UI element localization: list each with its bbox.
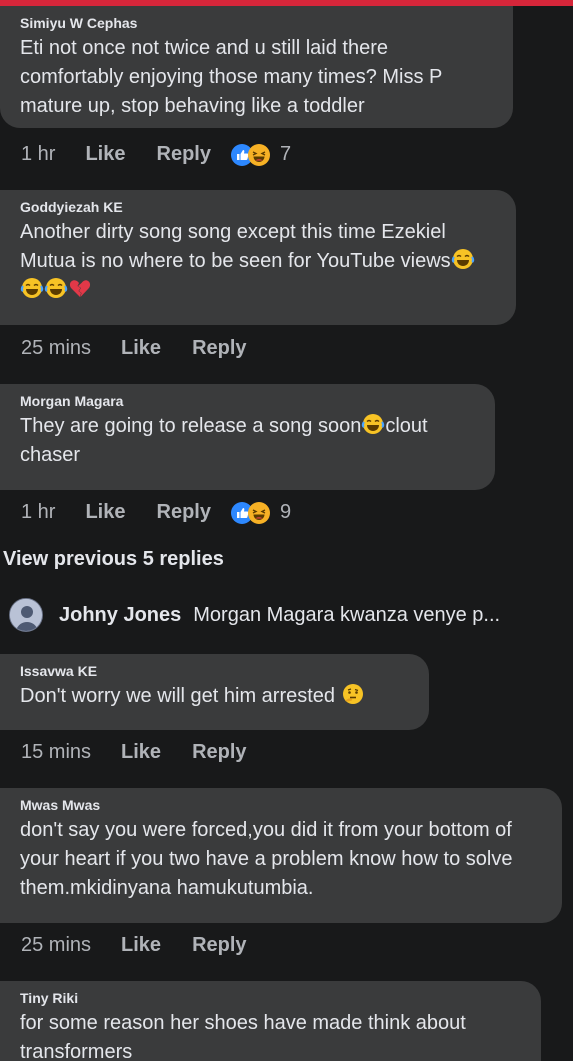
view-previous-replies-link[interactable]: View previous 5 replies — [3, 548, 224, 571]
comment-text-body: Another dirty song song except this time… — [20, 221, 451, 272]
comment-bubble: Morgan Magara They are going to release … — [0, 384, 495, 490]
comment-text: Don't worry we will get him arrested — [20, 682, 409, 711]
broken-heart-icon — [68, 276, 92, 300]
reply-button[interactable]: Reply — [192, 741, 246, 764]
thinking-face-icon — [341, 682, 365, 706]
comment-actions: 1 hr Like Reply 7 — [21, 143, 291, 166]
comment-actions: 15 mins Like Reply — [21, 741, 267, 764]
comment-author[interactable]: Goddyiezah KE — [20, 198, 496, 216]
comment-author[interactable]: Mwas Mwas — [20, 796, 542, 814]
reply-author[interactable]: Johny Jones — [59, 604, 181, 627]
like-button[interactable]: Like — [121, 934, 161, 957]
laughing-reaction-icon — [247, 501, 270, 524]
avatar[interactable] — [9, 598, 43, 632]
comment-author[interactable]: Issavwa KE — [20, 662, 409, 680]
comment-thread-screen: Simiyu W Cephas Eti not once not twice a… — [0, 0, 573, 1061]
comment-timestamp[interactable]: 1 hr — [21, 143, 55, 166]
laughing-reaction-icon — [247, 143, 270, 166]
comment-simiyu: Simiyu W Cephas Eti not once not twice a… — [0, 6, 513, 128]
comment-text: Another dirty song song except this time… — [20, 218, 496, 305]
comment-author[interactable]: Tiny Riki — [20, 989, 521, 1007]
like-button[interactable]: Like — [85, 501, 125, 524]
comment-timestamp[interactable]: 1 hr — [21, 501, 55, 524]
comment-timestamp[interactable]: 25 mins — [21, 337, 91, 360]
reaction-summary[interactable]: 9 — [230, 501, 292, 524]
comment-bubble: Simiyu W Cephas Eti not once not twice a… — [0, 6, 513, 128]
comment-author[interactable]: Morgan Magara — [20, 392, 475, 410]
reaction-count: 9 — [279, 501, 292, 523]
comment-goddyiezah: Goddyiezah KE Another dirty song song ex… — [0, 190, 516, 325]
comment-bubble: Goddyiezah KE Another dirty song song ex… — [0, 190, 516, 325]
comment-author[interactable]: Simiyu W Cephas — [20, 14, 493, 32]
comment-bubble: Mwas Mwas don't say you were forced,you … — [0, 788, 562, 923]
reply-button[interactable]: Reply — [192, 934, 246, 957]
tears-of-joy-icon — [451, 247, 475, 271]
comment-text: don't say you were forced,you did it fro… — [20, 819, 513, 899]
comment-bubble: Issavwa KE Don't worry we will get him a… — [0, 654, 429, 730]
comment-text-body: Don't worry we will get him arrested — [20, 685, 336, 707]
comment-actions: 25 mins Like Reply — [21, 934, 267, 957]
reply-button[interactable]: Reply — [192, 337, 246, 360]
comment-text: Eti not once not twice and u still laid … — [20, 37, 443, 117]
like-button[interactable]: Like — [121, 337, 161, 360]
comment-text: They are going to release a song soon clo… — [20, 412, 475, 470]
comment-actions: 25 mins Like Reply — [21, 337, 267, 360]
reaction-summary[interactable]: 7 — [230, 143, 292, 166]
comment-actions: 1 hr Like Reply 9 — [21, 501, 291, 524]
comment-text: for some reason her shoes have made thin… — [20, 1012, 466, 1061]
tears-of-joy-icon — [44, 276, 68, 300]
tears-of-joy-icon — [20, 276, 44, 300]
comment-bubble: Tiny Riki for some reason her shoes have… — [0, 981, 541, 1061]
comment-morgan: Morgan Magara They are going to release … — [0, 384, 495, 490]
comment-text-part: They are going to release a song soon — [20, 415, 362, 437]
collapsed-reply[interactable]: Johny Jones Morgan Magara kwanza venye p… — [9, 598, 500, 632]
like-button[interactable]: Like — [85, 143, 125, 166]
comment-mwas: Mwas Mwas don't say you were forced,you … — [0, 788, 562, 923]
like-button[interactable]: Like — [121, 741, 161, 764]
comment-issavwa: Issavwa KE Don't worry we will get him a… — [0, 654, 429, 730]
comment-timestamp[interactable]: 15 mins — [21, 741, 91, 764]
reaction-count: 7 — [279, 143, 292, 165]
reply-button[interactable]: Reply — [157, 143, 211, 166]
tears-of-joy-icon — [361, 412, 385, 436]
reply-snippet: Morgan Magara kwanza venye p... — [193, 603, 501, 626]
reply-button[interactable]: Reply — [157, 501, 211, 524]
comment-tiny-riki: Tiny Riki for some reason her shoes have… — [0, 981, 541, 1061]
comment-timestamp[interactable]: 25 mins — [21, 934, 91, 957]
